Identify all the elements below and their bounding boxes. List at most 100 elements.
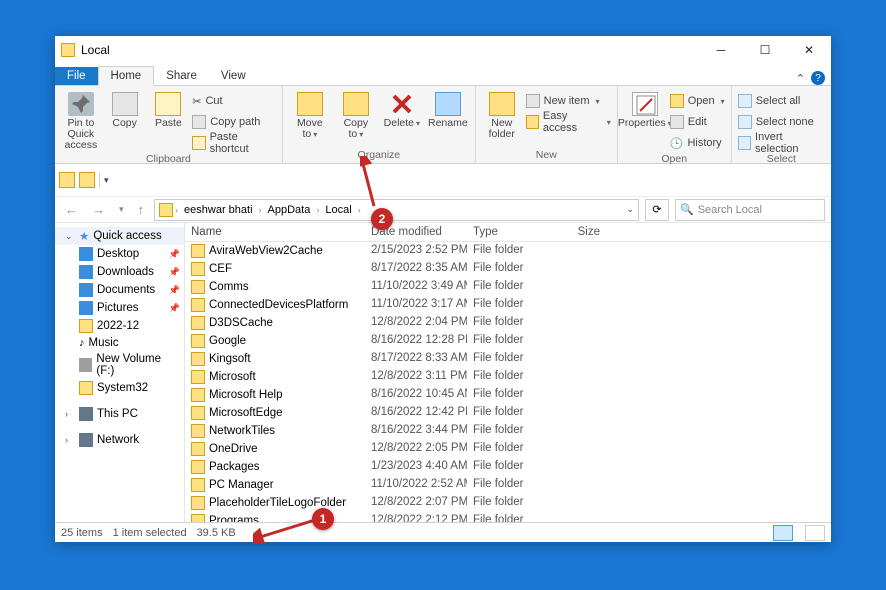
file-type: File folder: [467, 513, 547, 522]
minimize-button[interactable]: ─: [699, 36, 743, 64]
nav-this-pc[interactable]: ›This PC: [55, 405, 184, 423]
chevron-right-icon[interactable]: ›: [175, 205, 178, 215]
delete-button[interactable]: Delete: [381, 90, 423, 129]
file-date: 8/16/2022 12:42 PM: [365, 405, 467, 421]
new-folder-button[interactable]: New folder: [482, 90, 522, 140]
open-icon: [670, 94, 684, 108]
new-item-button[interactable]: New item: [526, 92, 611, 110]
file-row[interactable]: Comms11/10/2022 3:49 AMFile folder: [185, 278, 831, 296]
file-row[interactable]: MicrosoftEdge8/16/2022 12:42 PMFile fold…: [185, 404, 831, 422]
file-row[interactable]: PlaceholderTileLogoFolder12/8/2022 2:07 …: [185, 494, 831, 512]
maximize-button[interactable]: ☐: [743, 36, 787, 64]
file-row[interactable]: Kingsoft8/17/2022 8:33 AMFile folder: [185, 350, 831, 368]
ribbon-collapse[interactable]: ⌃?: [796, 71, 825, 85]
file-row[interactable]: Microsoft Help8/16/2022 10:45 AMFile fol…: [185, 386, 831, 404]
nav-quick-access[interactable]: ⌄★Quick access: [55, 227, 184, 245]
address-history-button[interactable]: ⌄: [626, 204, 634, 215]
nav-new-volume[interactable]: New Volume (F:): [55, 351, 184, 379]
view-tab[interactable]: View: [209, 67, 258, 85]
select-none-button[interactable]: Select none: [738, 113, 825, 131]
ribbon-group-clipboard: Pin to Quick access Copy Paste ✂Cut Copy…: [55, 86, 283, 163]
network-icon: [79, 433, 93, 447]
file-row[interactable]: Google8/16/2022 12:28 PMFile folder: [185, 332, 831, 350]
qat-customize-icon[interactable]: ▾: [104, 175, 109, 186]
file-type: File folder: [467, 297, 547, 313]
nav-documents[interactable]: Documents📌: [55, 281, 184, 299]
file-size: [547, 315, 607, 331]
pin-icon: 📌: [169, 249, 180, 260]
downloads-icon: [79, 265, 93, 279]
breadcrumb-local[interactable]: Local: [321, 204, 355, 216]
nav-system32[interactable]: System32: [55, 379, 184, 397]
copy-to-button[interactable]: Copy to: [335, 90, 377, 140]
nav-downloads[interactable]: Downloads📌: [55, 263, 184, 281]
address-bar[interactable]: › eeshwar bhati › AppData › Local › ⌄: [154, 199, 639, 221]
forward-button[interactable]: →: [88, 202, 109, 217]
file-date: 12/8/2022 2:05 PM: [365, 441, 467, 457]
file-type: File folder: [467, 369, 547, 385]
qat-folder-icon[interactable]: [59, 172, 75, 188]
help-icon[interactable]: ?: [811, 71, 825, 85]
search-box[interactable]: 🔍 Search Local: [675, 199, 825, 221]
properties-button[interactable]: Properties: [624, 90, 666, 129]
easy-access-button[interactable]: Easy access: [526, 113, 611, 131]
file-list[interactable]: Name Date modified Type Size AviraWebVie…: [185, 223, 831, 522]
up-button[interactable]: ↑: [134, 202, 149, 217]
chevron-right-icon[interactable]: ›: [316, 205, 319, 215]
nav-music[interactable]: ♪Music: [55, 335, 184, 351]
rename-button[interactable]: Rename: [427, 90, 469, 129]
selection-size: 39.5 KB: [197, 527, 236, 539]
paste-shortcut-button[interactable]: Paste shortcut: [192, 134, 276, 152]
file-row[interactable]: Packages1/23/2023 4:40 AMFile folder: [185, 458, 831, 476]
file-tab[interactable]: File: [55, 67, 98, 85]
home-tab[interactable]: Home: [98, 66, 155, 86]
copy-button[interactable]: Copy: [105, 90, 145, 129]
pin-to-quick-access-button[interactable]: Pin to Quick access: [61, 90, 101, 151]
refresh-button[interactable]: ⟳: [645, 199, 669, 221]
star-icon: ★: [79, 229, 89, 243]
chevron-right-icon[interactable]: ›: [358, 205, 361, 215]
file-row[interactable]: D3DSCache12/8/2022 2:04 PMFile folder: [185, 314, 831, 332]
nav-network[interactable]: ›Network: [55, 431, 184, 449]
details-view-button[interactable]: [773, 525, 793, 541]
file-row[interactable]: Programs12/8/2022 2:12 PMFile folder: [185, 512, 831, 522]
invert-selection-button[interactable]: Invert selection: [738, 134, 825, 152]
nav-desktop[interactable]: Desktop📌: [55, 245, 184, 263]
open-button[interactable]: Open: [670, 92, 725, 110]
close-button[interactable]: ✕: [787, 36, 831, 64]
share-tab[interactable]: Share: [154, 67, 209, 85]
paste-button[interactable]: Paste: [149, 90, 189, 129]
file-row[interactable]: PC Manager11/10/2022 2:52 AMFile folder: [185, 476, 831, 494]
history-button[interactable]: 🕒History: [670, 134, 725, 152]
back-button[interactable]: ←: [61, 202, 82, 217]
folder-icon: [191, 334, 205, 348]
music-icon: ♪: [79, 337, 85, 349]
annotation-marker-1: 1: [312, 508, 334, 530]
file-row[interactable]: Microsoft12/8/2022 3:11 PMFile folder: [185, 368, 831, 386]
nav-2022-12[interactable]: 2022-12: [55, 317, 184, 335]
edit-button[interactable]: Edit: [670, 113, 725, 131]
select-all-button[interactable]: Select all: [738, 92, 825, 110]
file-name: Microsoft: [209, 371, 256, 383]
file-row[interactable]: AviraWebView2Cache2/15/2023 2:52 PMFile …: [185, 242, 831, 260]
file-row[interactable]: NetworkTiles8/16/2022 3:44 PMFile folder: [185, 422, 831, 440]
column-size[interactable]: Size: [547, 223, 607, 241]
column-name[interactable]: Name: [185, 223, 365, 241]
chevron-right-icon[interactable]: ›: [259, 205, 262, 215]
file-row[interactable]: OneDrive12/8/2022 2:05 PMFile folder: [185, 440, 831, 458]
breadcrumb-user[interactable]: eeshwar bhati: [180, 204, 257, 216]
breadcrumb-appdata[interactable]: AppData: [264, 204, 315, 216]
file-rows-container: AviraWebView2Cache2/15/2023 2:52 PMFile …: [185, 242, 831, 522]
move-to-button[interactable]: Move to: [289, 90, 331, 140]
cut-button[interactable]: ✂Cut: [192, 92, 276, 110]
column-type[interactable]: Type: [467, 223, 547, 241]
file-type: File folder: [467, 423, 547, 439]
file-row[interactable]: ConnectedDevicesPlatform11/10/2022 3:17 …: [185, 296, 831, 314]
qat-folder-icon-2[interactable]: [79, 172, 95, 188]
file-row[interactable]: CEF8/17/2022 8:35 AMFile folder: [185, 260, 831, 278]
large-icons-view-button[interactable]: [805, 525, 825, 541]
recent-locations-button[interactable]: ▾: [115, 204, 128, 215]
file-type: File folder: [467, 333, 547, 349]
copy-path-button[interactable]: Copy path: [192, 113, 276, 131]
nav-pictures[interactable]: Pictures📌: [55, 299, 184, 317]
